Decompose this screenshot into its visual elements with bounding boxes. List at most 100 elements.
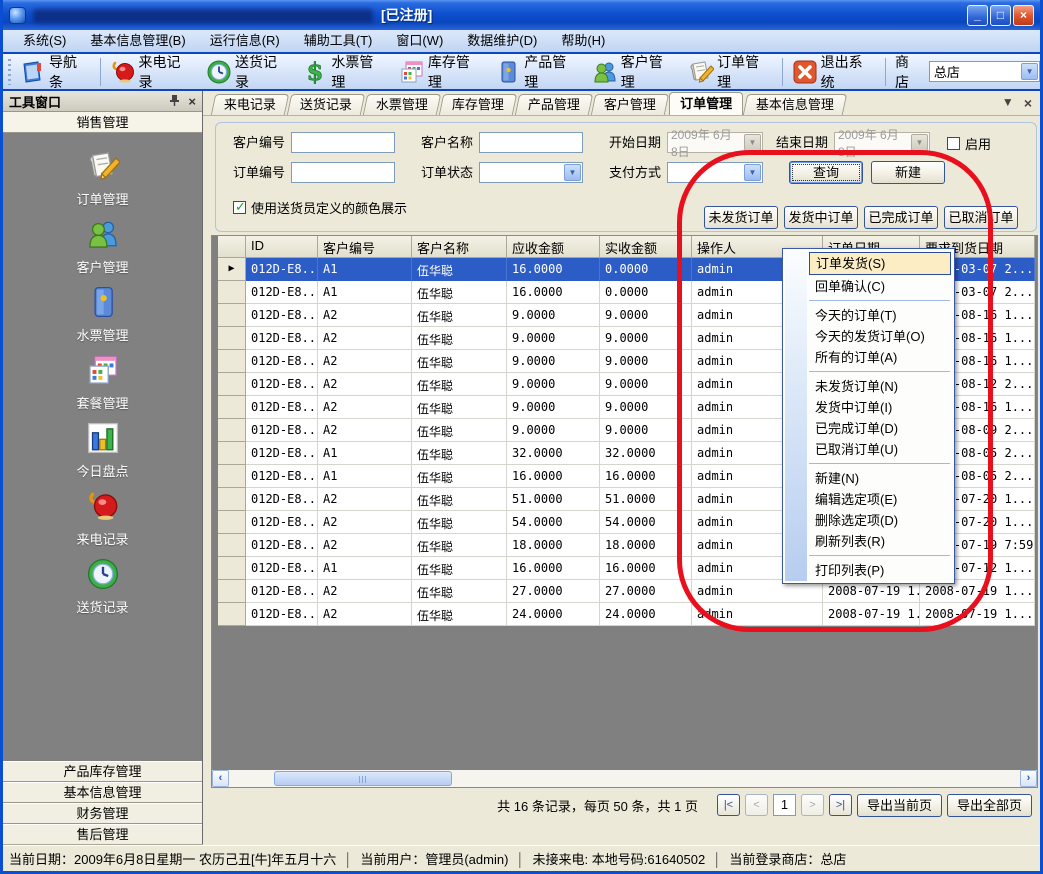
table-cell: 9.0000 <box>507 419 600 442</box>
context-menu-item[interactable]: 所有的订单(A) <box>809 347 952 368</box>
pay-method-select[interactable]: ▼ <box>667 162 763 183</box>
toolbar-orders-button[interactable]: 订单管理 <box>682 50 778 94</box>
context-menu-item[interactable]: 今天的订单(T) <box>809 305 952 326</box>
toolbar-grip[interactable] <box>8 59 11 85</box>
sidebar-section-basic-info[interactable]: 基本信息管理 <box>3 782 202 803</box>
row-selector-cell <box>218 304 246 327</box>
sidebar-item-delivery-records[interactable]: 送货记录 <box>43 557 163 625</box>
customer-code-input[interactable] <box>291 132 395 153</box>
page-number-input[interactable]: 1 <box>773 794 796 816</box>
sidebar-section-finance[interactable]: 财务管理 <box>3 803 202 824</box>
scroll-left-icon[interactable]: ‹ <box>212 770 229 787</box>
filter-unshipped-button[interactable]: 未发货订单 <box>704 206 778 229</box>
context-menu-item[interactable]: 刷新列表(R) <box>809 531 952 552</box>
next-page-button[interactable]: > <box>801 794 824 816</box>
delivery-clock-icon <box>86 557 120 594</box>
context-menu-item[interactable]: 已完成订单(D) <box>809 418 952 439</box>
sidebar-item-customers[interactable]: 客户管理 <box>43 217 163 285</box>
tab-customers[interactable]: 客户管理 <box>591 94 669 115</box>
order-status-select[interactable]: ▼ <box>479 162 583 183</box>
close-icon[interactable]: × <box>188 95 196 108</box>
sidebar-section-after-sales[interactable]: 售后管理 <box>3 824 202 845</box>
context-menu-item[interactable]: 发货中订单(I) <box>809 397 952 418</box>
status-missed-calls: 未接来电: 本地号码:61640502 <box>508 849 705 868</box>
tab-close-icon[interactable]: × <box>1024 95 1032 111</box>
column-header[interactable]: 客户编号 <box>318 236 412 258</box>
tab-delivery-records[interactable]: 送货记录 <box>287 94 365 115</box>
scrollbar-thumb[interactable] <box>274 771 452 786</box>
toolbar-navigator-button[interactable]: 导航条 <box>14 50 97 94</box>
tab-incoming-calls[interactable]: 来电记录 <box>211 94 289 115</box>
context-menu-item[interactable]: 今天的发货订单(O) <box>809 326 952 347</box>
customer-name-input[interactable] <box>479 132 583 153</box>
context-menu-item[interactable]: 打印列表(P) <box>809 560 952 581</box>
toolbar-inventory-button[interactable]: 库存管理 <box>393 50 489 94</box>
toolbar-incoming-call-button[interactable]: 来电记录 <box>104 50 200 94</box>
sidebar-item-packages[interactable]: 套餐管理 <box>43 353 163 421</box>
sidebar-section-sales[interactable]: 销售管理 <box>3 112 202 133</box>
context-menu-item[interactable]: 已取消订单(U) <box>809 439 952 460</box>
context-menu-item[interactable]: 未发货订单(N) <box>809 376 952 397</box>
column-header[interactable]: 应收金额 <box>507 236 600 258</box>
tab-orders[interactable]: 订单管理 <box>669 92 743 115</box>
start-date-picker[interactable]: 2009年 6月 8日 ▼ <box>667 132 763 153</box>
tab-products[interactable]: 产品管理 <box>515 94 593 115</box>
end-date-picker[interactable]: 2009年 6月 8日 ▼ <box>834 132 930 153</box>
sidebar-item-daily-inventory[interactable]: 今日盘点 <box>43 421 163 489</box>
toolbar-delivery-record-button[interactable]: 送货记录 <box>200 50 296 94</box>
column-header[interactable]: 实收金额 <box>600 236 692 258</box>
filter-shipping-button[interactable]: 发货中订单 <box>784 206 858 229</box>
row-selector-cell <box>218 281 246 304</box>
sidebar-item-water-tickets[interactable]: 水票管理 <box>43 285 163 353</box>
shop-select[interactable]: 总店 ▼ <box>929 61 1040 82</box>
export-all-pages-button[interactable]: 导出全部页 <box>947 794 1032 817</box>
tab-inventory[interactable]: 库存管理 <box>439 94 517 115</box>
close-button[interactable]: × <box>1013 5 1034 26</box>
product-icon <box>495 59 521 85</box>
first-page-button[interactable]: |< <box>717 794 740 816</box>
context-menu-item[interactable]: 订单发货(S) <box>809 252 951 275</box>
table-cell: 18.0000 <box>507 534 600 557</box>
context-menu-item[interactable]: 编辑选定项(E) <box>809 489 952 510</box>
column-header[interactable]: 客户名称 <box>412 236 507 258</box>
toolbar-water-ticket-button[interactable]: $ 水票管理 <box>296 50 392 94</box>
order-code-input[interactable] <box>291 162 395 183</box>
toolbar-exit-button[interactable]: 退出系统 <box>786 50 882 94</box>
sidebar-section-product-inventory[interactable]: 产品库存管理 <box>3 761 202 782</box>
minimize-button[interactable]: _ <box>967 5 988 26</box>
pin-icon[interactable] <box>169 94 180 109</box>
table-cell: 伍华聪 <box>412 534 507 557</box>
delivery-color-checkbox[interactable]: 使用送货员定义的颜色展示 <box>233 198 407 217</box>
inventory-grid-icon <box>399 59 425 85</box>
horizontal-scrollbar[interactable]: ‹ › <box>212 770 1037 787</box>
context-menu-item[interactable]: 新建(N) <box>809 468 952 489</box>
export-current-page-button[interactable]: 导出当前页 <box>857 794 942 817</box>
last-page-button[interactable]: >| <box>829 794 852 816</box>
end-date-label: 结束日期 <box>772 132 828 153</box>
tab-list-chevron-icon[interactable]: ▼ <box>1002 95 1014 111</box>
tab-water-tickets[interactable]: 水票管理 <box>363 94 441 115</box>
toolbar-product-button[interactable]: 产品管理 <box>489 50 585 94</box>
enable-checkbox[interactable]: 启用 <box>947 134 991 153</box>
table-cell: A2 <box>318 327 412 350</box>
scroll-right-icon[interactable]: › <box>1020 770 1037 787</box>
context-menu-item[interactable]: 删除选定项(D) <box>809 510 952 531</box>
prev-page-button[interactable]: < <box>745 794 768 816</box>
registered-badge: [已注册] <box>381 5 432 25</box>
context-menu-item[interactable]: 回单确认(C) <box>809 276 952 297</box>
sidebar-item-orders[interactable]: 订单管理 <box>43 149 163 217</box>
toolbar-customers-button[interactable]: 客户管理 <box>586 50 682 94</box>
new-button[interactable]: 新建 <box>871 161 945 184</box>
table-cell: 012D-E8... <box>246 281 318 304</box>
table-cell: A2 <box>318 373 412 396</box>
table-row[interactable]: 012D-E8...A2伍华聪24.000024.0000admin2008-0… <box>218 603 1035 626</box>
table-cell: 51.0000 <box>507 488 600 511</box>
query-button[interactable]: 查询 <box>789 161 863 184</box>
filter-cancelled-button[interactable]: 已取消订单 <box>944 206 1018 229</box>
column-header[interactable]: ID <box>246 236 318 258</box>
filter-completed-button[interactable]: 已完成订单 <box>864 206 938 229</box>
tab-basic-info[interactable]: 基本信息管理 <box>743 94 847 115</box>
sidebar-item-incoming-calls[interactable]: 来电记录 <box>43 489 163 557</box>
table-cell: 伍华聪 <box>412 511 507 534</box>
maximize-button[interactable]: □ <box>990 5 1011 26</box>
